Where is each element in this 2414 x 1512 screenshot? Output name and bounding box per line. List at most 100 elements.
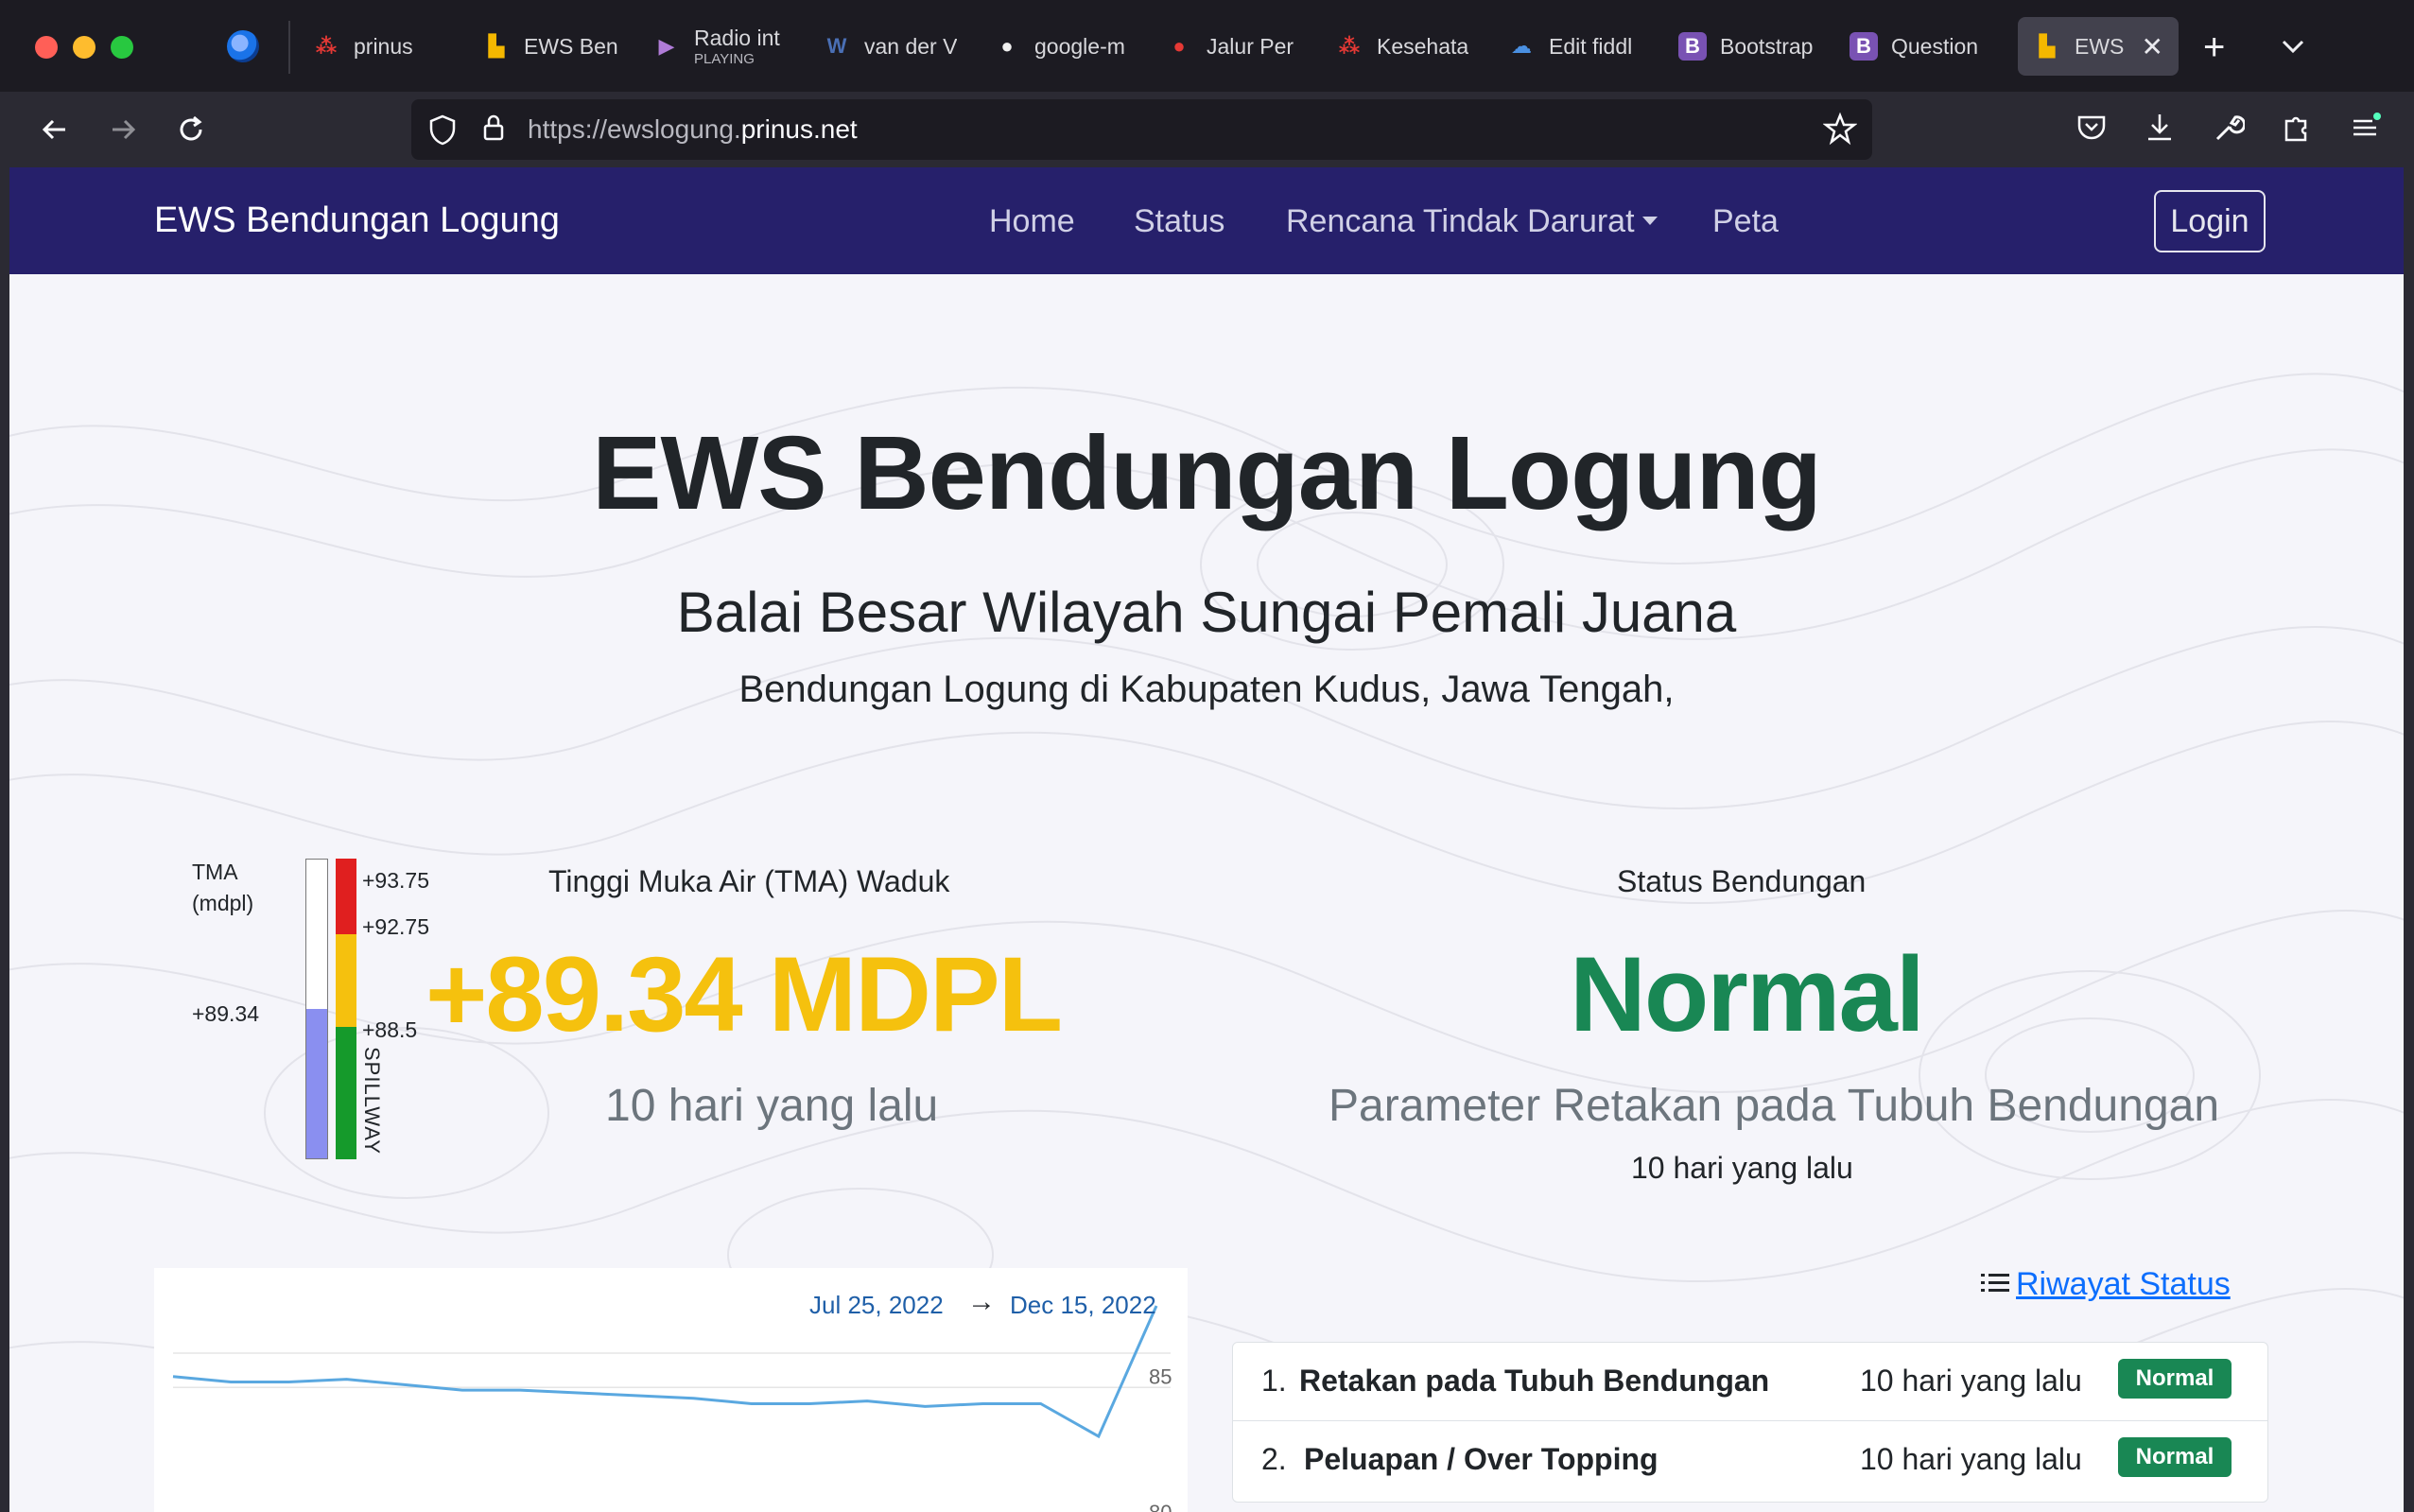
close-tab-icon[interactable]: ✕ xyxy=(2142,31,2163,62)
item-number: 2. xyxy=(1261,1442,1287,1476)
riwayat-status-link[interactable]: Riwayat Status xyxy=(2016,1266,2231,1303)
github-icon: ● xyxy=(1000,34,1014,58)
minimize-window-button[interactable] xyxy=(73,36,96,59)
back-button[interactable] xyxy=(34,109,76,150)
pupr-logo-icon: ▙ xyxy=(2039,34,2056,58)
tab-list-chevron-icon[interactable] xyxy=(2279,32,2307,61)
status-title: Status Bendungan xyxy=(1617,864,1867,898)
nav-link-status[interactable]: Status xyxy=(1134,203,1224,240)
browser-tab[interactable]: ▙ EWS B ✕ xyxy=(2018,17,2179,76)
bookmark-star-icon[interactable] xyxy=(1823,112,1857,146)
gauge-current-label: +89.34 xyxy=(192,1001,259,1026)
shield-icon[interactable] xyxy=(427,113,458,146)
web-page: EWS Bendungan Logung Home Status Rencana… xyxy=(9,167,2404,1512)
location-text: Bendungan Logung di Kabupaten Kudus, Jaw… xyxy=(9,669,2404,711)
tab-title: EWS B xyxy=(2075,33,2125,59)
downloads-icon[interactable] xyxy=(2145,112,2175,144)
firefox-view-icon[interactable] xyxy=(227,30,259,62)
water-level-fill xyxy=(306,1009,327,1158)
chart-y-tick-label: 80 xyxy=(1149,1501,1172,1512)
page-subtitle: Balai Besar Wilayah Sungai Pemali Juana xyxy=(676,581,1737,644)
gauge-label-unit: (mdpl) xyxy=(192,891,254,915)
nav-link-peta[interactable]: Peta xyxy=(1712,203,1779,240)
close-window-button[interactable] xyxy=(35,36,58,59)
gauge-level-1: +93.75 xyxy=(362,868,429,893)
zoom-window-button[interactable] xyxy=(111,36,133,59)
map-pin-icon: ● xyxy=(1172,34,1186,58)
status-list-item: 1. Retakan pada Tubuh Bendungan 10 hari … xyxy=(1233,1343,2267,1421)
url-text[interactable]: https://ewslogung.prinus.net xyxy=(528,114,858,145)
pocket-icon[interactable] xyxy=(2076,113,2107,142)
gauge-zone-normal xyxy=(336,1027,356,1159)
bootstrap-icon: B xyxy=(1850,32,1878,61)
caret-down-icon xyxy=(1641,216,1658,225)
browser-tab[interactable]: ⁂ prinus xyxy=(312,17,454,76)
tma-time: 10 hari yang lalu xyxy=(605,1081,939,1131)
site-navbar: EWS Bendungan Logung Home Status Rencana… xyxy=(9,167,2404,274)
item-name: Peluapan / Over Topping xyxy=(1304,1442,1659,1476)
gauge-zone-danger xyxy=(336,859,356,934)
site-brand[interactable]: EWS Bendungan Logung xyxy=(154,200,560,241)
wrench-icon[interactable] xyxy=(2213,112,2245,144)
gauge-level-2: +92.75 xyxy=(362,914,429,939)
item-time: 10 hari yang lalu xyxy=(1860,1442,2082,1476)
tab-subtitle: PLAYING xyxy=(694,51,755,67)
prinus-dots-icon: ⁂ xyxy=(1338,34,1361,58)
tab-title: Bootstrap xyxy=(1720,33,1814,59)
chart-date-end[interactable]: Dec 15, 2022 xyxy=(1010,1291,1156,1320)
bootstrap-icon: B xyxy=(1678,32,1707,61)
browser-window: ⁂ prinus ▙ EWS Ben ▶ Radio int PLAYING Wvan der… xyxy=(0,0,2414,1512)
chart-date-start[interactable]: Jul 25, 2022 xyxy=(809,1291,944,1320)
location-prefix: Bendungan Logung di xyxy=(738,669,1120,710)
reload-icon xyxy=(180,115,202,141)
tma-title: Tinggi Muka Air (TMA) Waduk xyxy=(548,864,950,898)
login-button[interactable]: Login xyxy=(2154,190,2266,252)
forward-arrow-icon xyxy=(113,119,136,140)
lock-icon[interactable] xyxy=(480,112,507,144)
browser-tab[interactable]: ▶ Radio int PLAYING xyxy=(652,17,794,76)
status-list: 1. Retakan pada Tubuh Bendungan 10 hari … xyxy=(1232,1342,2268,1503)
tab-title: van der V xyxy=(864,33,958,59)
nav-dropdown-rencana[interactable]: Rencana Tindak Darurat xyxy=(1286,203,1658,240)
new-tab-button[interactable]: + xyxy=(2203,28,2225,66)
browser-tab[interactable]: ⁂ Kesehata xyxy=(1335,17,1477,76)
water-level-gauge xyxy=(305,859,328,1159)
play-icon: ▶ xyxy=(658,34,675,58)
location-link[interactable]: Kabupaten Kudus xyxy=(1120,669,1420,710)
tab-title: prinus xyxy=(354,33,413,59)
tab-strip: ⁂ prinus ▙ EWS Ben ▶ Radio int PLAYING Wvan der… xyxy=(0,0,2414,92)
browser-tab[interactable]: B Bootstrap xyxy=(1678,17,1820,76)
browser-tab[interactable]: Wvan der V xyxy=(823,17,964,76)
app-menu-icon[interactable] xyxy=(2349,110,2383,144)
tab-title: EWS Ben xyxy=(524,33,618,59)
spillway-label: SPILLWAY xyxy=(360,1047,384,1155)
tab-separator xyxy=(288,21,290,74)
back-arrow-icon xyxy=(42,119,65,140)
reload-button[interactable] xyxy=(170,109,212,150)
status-badge: Normal xyxy=(2118,1359,2232,1399)
tab-title: Radio int PLAYING xyxy=(694,26,780,67)
browser-tab[interactable]: B Question xyxy=(1850,17,1991,76)
browser-tab[interactable]: ● Jalur Per xyxy=(1165,17,1307,76)
nav-link-home[interactable]: Home xyxy=(989,203,1075,240)
item-number: 1. xyxy=(1261,1364,1287,1398)
status-badge: Normal xyxy=(2118,1437,2232,1477)
extensions-puzzle-icon[interactable] xyxy=(2281,112,2313,144)
browser-tab[interactable]: ☁ Edit fiddl xyxy=(1507,17,1649,76)
tma-value: +89.34 MDPL xyxy=(425,935,1063,1053)
chart-date-arrow: → xyxy=(967,1286,996,1317)
cloud-icon: ☁ xyxy=(1511,34,1532,58)
browser-tab[interactable]: ● google-m xyxy=(993,17,1135,76)
status-value: Normal xyxy=(1570,935,1925,1053)
forward-button[interactable] xyxy=(102,109,144,150)
item-name: Retakan pada Tubuh Bendungan xyxy=(1299,1364,1770,1398)
page-title: EWS Bendungan Logung xyxy=(592,415,1822,531)
tab-title: google-m xyxy=(1034,33,1125,59)
list-icon xyxy=(1981,1274,2009,1292)
chart-series-line xyxy=(172,1305,1158,1439)
browser-tab[interactable]: ▙ EWS Ben xyxy=(482,17,624,76)
pupr-logo-icon: ▙ xyxy=(488,34,505,58)
gauge-level-3: +88.5 xyxy=(362,1017,418,1042)
status-parameter: Parameter Retakan pada Tubuh Bendungan xyxy=(1329,1081,2220,1131)
nav-dropdown-label: Rencana Tindak Darurat xyxy=(1286,203,1635,239)
